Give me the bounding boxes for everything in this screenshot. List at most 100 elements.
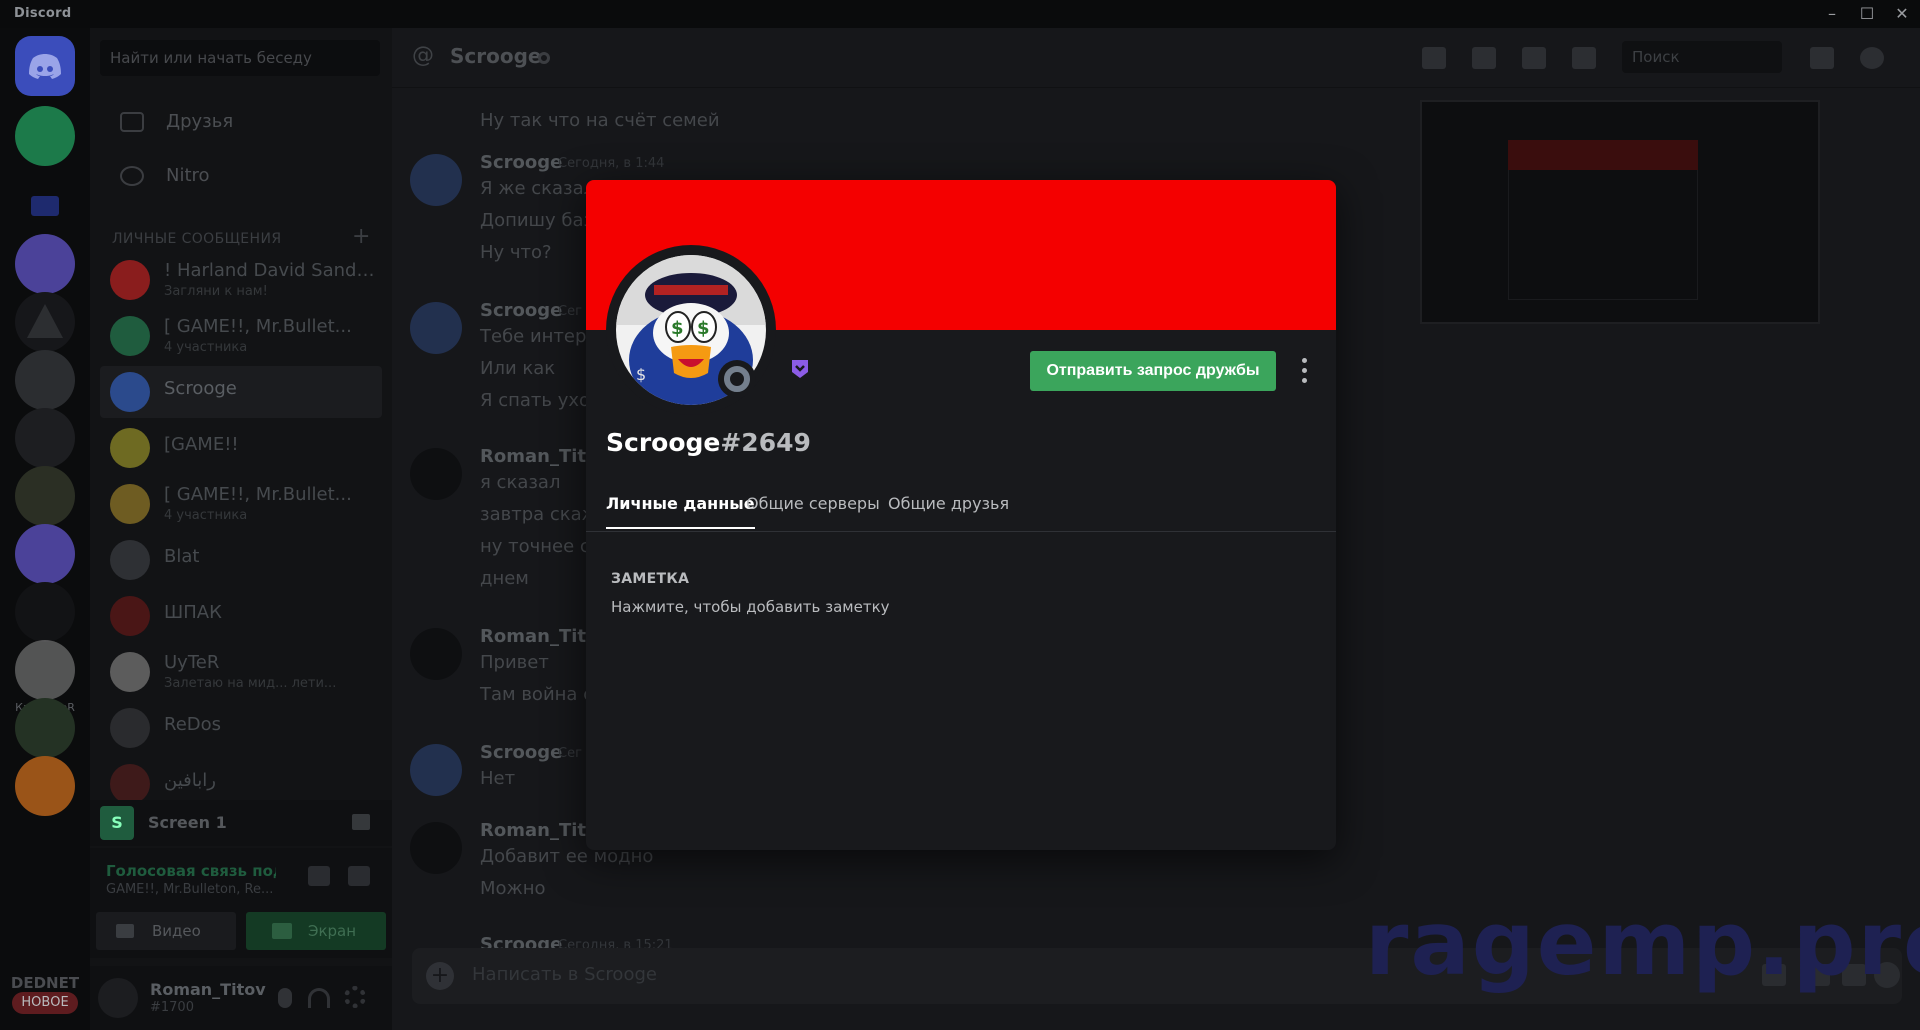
microphone-icon[interactable] [278,988,292,1008]
message-text: Ну что? [480,242,552,263]
user-panel: Roman_Titov #1700 [90,966,392,1030]
voice-call-icon[interactable] [1422,47,1446,69]
avatar[interactable] [98,978,138,1018]
nitro-badge-icon[interactable] [790,358,810,380]
server-e-1[interactable] [15,234,75,294]
server-fib[interactable] [15,350,75,410]
server-q[interactable] [15,756,75,816]
dm-search-input[interactable]: Найти или начать беседу [100,40,380,76]
dm-item[interactable]: [ GAME!!, Mr.Bullet... 4 участника [100,478,382,530]
inbox-icon[interactable] [1810,47,1834,69]
send-friend-request-button[interactable]: Отправить запрос дружбы [1030,351,1276,391]
message-text: Я же сказал [480,178,596,199]
nav-friends[interactable]: Друзья [100,98,382,146]
attach-plus-icon[interactable]: + [426,962,454,990]
avatar [110,260,150,300]
message-text: Там война с [480,684,594,705]
chat-search-input[interactable]: Поиск [1622,41,1782,73]
message-author[interactable]: Scrooge [480,300,562,321]
svg-text:$: $ [671,318,684,339]
dm-item[interactable]: ШПАК [100,590,382,642]
avatar[interactable] [410,448,462,500]
screen-share-button[interactable]: Экран [246,912,386,950]
video-button[interactable]: Видео [96,912,236,950]
pin-icon[interactable] [1522,47,1546,69]
title-bar: Discord – ☐ ✕ [0,0,1920,28]
profile-tabs: Личные данные Общие серверы Общие друзья [586,480,1336,532]
screen-label: Экран [308,922,357,940]
voice-status: Голосовая связь подк [106,862,276,880]
discriminator-text: #2649 [720,428,811,457]
nav-friends-label: Друзья [166,111,234,132]
tab-user-info[interactable]: Личные данные [606,494,755,529]
dm-item[interactable]: UyTeR Залетаю на мид... лети... [100,646,382,698]
nav-nitro[interactable]: Nitro [100,152,382,200]
minimize-button[interactable]: – [1818,3,1846,25]
avatar [110,540,150,580]
group-dm-server[interactable] [15,106,75,166]
popout-icon[interactable] [352,814,370,830]
server-bank[interactable] [15,408,75,468]
message-text: Ну так что на счёт семей [480,110,720,131]
message-author[interactable]: Scrooge [480,152,562,173]
server-r[interactable] [15,698,75,758]
dm-item-active[interactable]: Scrooge [100,366,382,418]
disconnect-icon[interactable] [348,866,370,886]
avatar[interactable] [410,628,462,680]
dm-name: رابافين [164,770,216,791]
username-text: Scrooge [606,428,721,457]
add-friend-icon[interactable] [1572,47,1596,69]
message-author[interactable]: Scrooge [480,934,562,948]
camera-icon [116,924,134,938]
message-time: Сегодня, в 1:44 [558,156,665,171]
folder-server[interactable] [15,176,75,236]
preview-banner [1508,140,1698,170]
dm-item[interactable]: ! Harland David Sanders Загляни к нам! [100,254,382,306]
stream-bar[interactable]: S Screen 1 [90,800,392,846]
avatar [110,484,150,524]
tab-mutual-friends[interactable]: Общие друзья [888,494,1009,527]
video-label: Видео [152,922,201,940]
avatar[interactable] [410,302,462,354]
channel-title: Scrooge [450,44,542,68]
avatar [110,596,150,636]
dm-item[interactable]: [GAME!! [100,422,382,474]
message-text: я сказал [480,472,561,493]
message-time: Сег [558,304,582,319]
settings-gear-icon[interactable] [344,986,366,1008]
maximize-button[interactable]: ☐ [1853,3,1881,25]
server-badge[interactable] [15,466,75,526]
voice-panel: Голосовая связь подк GAME!!, Mr.Bulleton… [90,848,392,958]
note-input[interactable]: Нажмите, чтобы добавить заметку [611,598,1311,616]
server-white[interactable] [15,640,75,700]
avatar[interactable] [410,744,462,796]
home-button[interactable] [15,36,75,96]
voice-channel[interactable]: GAME!!, Mr.Bulleton, Re... [106,882,286,897]
create-dm-icon[interactable]: + [352,224,370,249]
noise-suppression-icon[interactable] [308,866,330,886]
help-icon[interactable] [1860,47,1884,69]
dm-item[interactable]: ReDos [100,702,382,754]
dm-item[interactable]: Blat [100,534,382,586]
composer-placeholder: Написать в Scrooge [472,964,657,985]
dm-sub: 4 участника [164,508,248,523]
server-a[interactable] [15,292,75,352]
close-window-button[interactable]: ✕ [1888,3,1916,25]
avatar[interactable] [410,822,462,874]
server-e-2[interactable] [15,524,75,584]
avatar[interactable] [410,154,462,206]
at-icon: @ [412,43,434,68]
video-call-icon[interactable] [1472,47,1496,69]
dm-name: [ GAME!!, Mr.Bullet... [164,484,352,505]
dm-item[interactable]: [ GAME!!, Mr.Bullet... 4 участника [100,310,382,362]
more-options-icon[interactable] [1294,354,1314,388]
app-title: Discord [14,6,72,21]
headphones-icon[interactable] [308,988,330,1008]
screen-share-preview[interactable] [1420,100,1820,324]
server-kakoy[interactable] [15,582,75,642]
message-author[interactable]: Scrooge [480,742,562,763]
tab-mutual-servers[interactable]: Общие серверы [746,494,880,527]
dm-item[interactable]: رابافين [100,758,382,804]
note-header: ЗАМЕТКА [611,571,690,587]
server-rail: Какой-тоR DEDNET НОВОЕ [0,28,90,1030]
